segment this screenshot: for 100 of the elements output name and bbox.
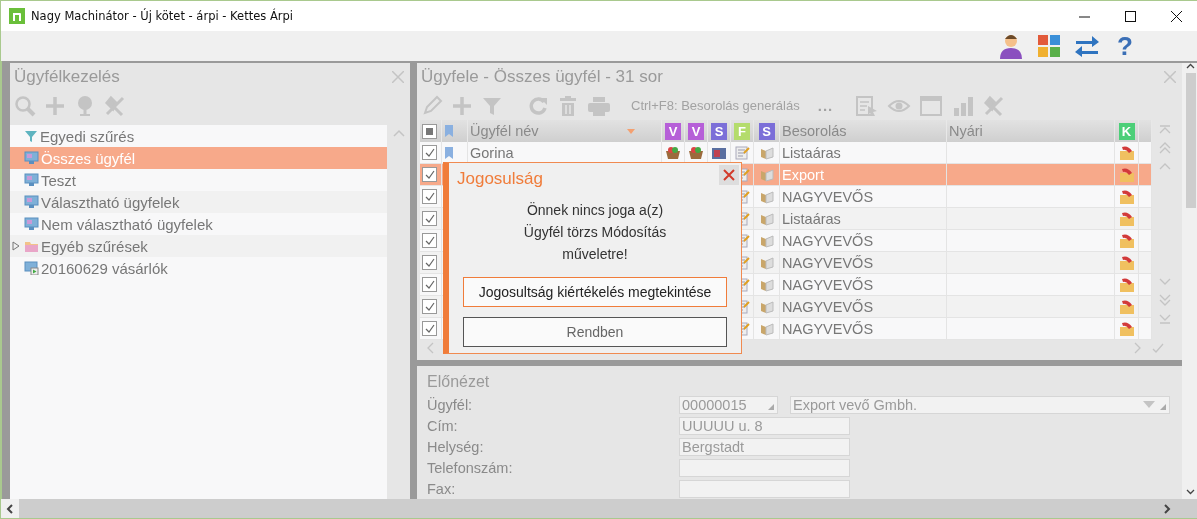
table-cell: NAGYVEVŐS bbox=[782, 254, 874, 271]
help-button[interactable]: ? bbox=[1111, 32, 1139, 60]
panel-title: Ügyfele - Összes ügyfél - 31 sor bbox=[421, 66, 664, 87]
checkbox[interactable] bbox=[422, 233, 437, 249]
basket-icon bbox=[688, 145, 704, 160]
book-icon bbox=[758, 321, 775, 336]
sidebar-item[interactable]: Nem választható ügyfelek bbox=[10, 213, 387, 235]
dialog-message: Önnek nincs joga a(z) Ügyfél törzs Módosítás műveletre! bbox=[523, 201, 667, 265]
trash-icon[interactable] bbox=[557, 94, 579, 117]
toolbar-hint: Ctrl+F8: Besorolás generálás bbox=[631, 98, 800, 114]
table-cell: NAGYVEVŐS bbox=[782, 276, 874, 293]
check-icon bbox=[424, 192, 435, 202]
field-label: Cím: bbox=[427, 417, 459, 434]
sidebar-item[interactable]: Választható ügyfelek bbox=[10, 191, 387, 213]
printer-icon[interactable] bbox=[587, 94, 611, 117]
book-icon bbox=[758, 233, 775, 248]
close-icon[interactable] bbox=[392, 71, 404, 83]
table-cell: Listaáras bbox=[782, 144, 841, 161]
scroll-left-icon[interactable] bbox=[6, 503, 14, 514]
checkbox[interactable] bbox=[422, 167, 437, 183]
window-icon[interactable] bbox=[919, 94, 944, 117]
checkbox[interactable] bbox=[422, 321, 437, 337]
monitor-icon bbox=[24, 217, 39, 231]
field-label: Ügyfél: bbox=[427, 396, 474, 413]
checkbox[interactable] bbox=[422, 277, 437, 293]
input-field[interactable]: UUUUU u. 8 bbox=[679, 416, 850, 435]
table-cell: NAGYVEVŐS bbox=[782, 298, 874, 315]
maximize-icon bbox=[1124, 10, 1136, 22]
scroll-right-icon[interactable] bbox=[1163, 503, 1171, 514]
column-header[interactable]: Besorolás bbox=[780, 120, 947, 143]
more-button[interactable]: ... bbox=[817, 97, 834, 115]
confirm-icon[interactable] bbox=[1152, 342, 1164, 355]
user-icon[interactable] bbox=[998, 33, 1024, 59]
panel-title: Ügyfélkezelés bbox=[14, 67, 121, 87]
note-icon bbox=[734, 145, 750, 160]
bar-chart-icon[interactable] bbox=[951, 94, 976, 117]
table-cell: Listaáras bbox=[782, 210, 841, 227]
search-icon[interactable] bbox=[14, 95, 36, 117]
scroll-up-icon[interactable] bbox=[1186, 63, 1195, 69]
app-logo-icon bbox=[9, 8, 25, 24]
refresh-icon[interactable] bbox=[527, 94, 549, 117]
sidebar-item[interactable]: Egyedi szűrés bbox=[10, 125, 387, 147]
monitor-icon bbox=[24, 173, 39, 187]
dialog-title: Jogosulság bbox=[457, 169, 543, 190]
dropdown-arrow-icon bbox=[1143, 400, 1155, 408]
swap-arrows-icon[interactable] bbox=[1074, 34, 1100, 58]
select-all-checkbox[interactable] bbox=[422, 123, 437, 139]
section-title: Előnézet bbox=[427, 372, 491, 392]
check-icon bbox=[424, 170, 435, 180]
corner-icon bbox=[768, 403, 774, 410]
column-header[interactable]: Nyári bbox=[947, 120, 1115, 143]
column-header[interactable]: Ügyfél név bbox=[468, 120, 662, 143]
window-title: Nagy Machinátor - Új kötet - árpi - Kettes Árpi bbox=[31, 9, 294, 23]
book-icon bbox=[758, 189, 775, 204]
dialog-button[interactable]: Jogosultság kiértékelés megtekintése bbox=[463, 277, 727, 308]
sidebar-item[interactable]: 20160629 vásárlók bbox=[10, 257, 387, 279]
check-icon bbox=[424, 258, 435, 268]
check-icon bbox=[424, 236, 435, 246]
table-cell: NAGYVEVŐS bbox=[782, 188, 874, 205]
check-icon bbox=[424, 148, 435, 158]
pencil-icon[interactable] bbox=[421, 94, 443, 117]
checkbox[interactable] bbox=[422, 255, 437, 271]
dialog-close-button[interactable] bbox=[719, 165, 739, 186]
close-icon bbox=[723, 169, 735, 182]
input-field[interactable] bbox=[679, 458, 850, 477]
box-icon bbox=[711, 145, 727, 160]
scroll-thumb[interactable] bbox=[1185, 73, 1196, 208]
dropdown-field[interactable]: Export vevő Gmbh. bbox=[790, 395, 1170, 414]
input-field[interactable] bbox=[679, 479, 850, 498]
plus-icon[interactable] bbox=[451, 94, 473, 117]
sidebar-item[interactable]: Teszt bbox=[10, 169, 387, 191]
column-header[interactable]: V bbox=[665, 122, 681, 140]
checkbox[interactable] bbox=[422, 211, 437, 227]
folder-icon bbox=[24, 239, 39, 253]
expand-arrow-icon[interactable] bbox=[12, 241, 20, 251]
monitor-icon bbox=[24, 151, 39, 165]
table-cell: Export bbox=[782, 166, 824, 183]
close-icon[interactable] bbox=[1164, 70, 1176, 83]
sort-arrow-icon bbox=[626, 128, 635, 134]
plus-icon[interactable] bbox=[44, 95, 66, 117]
input-field[interactable]: 00000015 bbox=[679, 395, 778, 414]
checkbox[interactable] bbox=[422, 189, 437, 205]
column-header[interactable]: S bbox=[711, 122, 727, 140]
sidebar-item[interactable]: Egyéb szűrések bbox=[10, 235, 387, 257]
table-cell: NAGYVEVŐS bbox=[782, 232, 874, 249]
dialog-button[interactable]: Rendben bbox=[463, 317, 727, 348]
field-label: Fax: bbox=[427, 480, 457, 497]
sidebar-item[interactable]: Összes ügyfél bbox=[10, 147, 387, 169]
input-field[interactable]: Bergstadt bbox=[679, 437, 850, 456]
corner-icon bbox=[1160, 403, 1166, 410]
scroll-down-icon[interactable] bbox=[1186, 489, 1195, 495]
book-icon bbox=[758, 211, 775, 226]
checkbox[interactable] bbox=[422, 145, 437, 161]
checkbox[interactable] bbox=[422, 299, 437, 315]
column-header[interactable]: K bbox=[1118, 122, 1135, 140]
column-header[interactable]: V bbox=[688, 122, 704, 140]
table-cell: Gorina bbox=[470, 144, 514, 161]
tiles-icon[interactable] bbox=[1037, 34, 1061, 58]
book-icon bbox=[758, 145, 775, 160]
column-header[interactable]: S bbox=[758, 122, 775, 140]
